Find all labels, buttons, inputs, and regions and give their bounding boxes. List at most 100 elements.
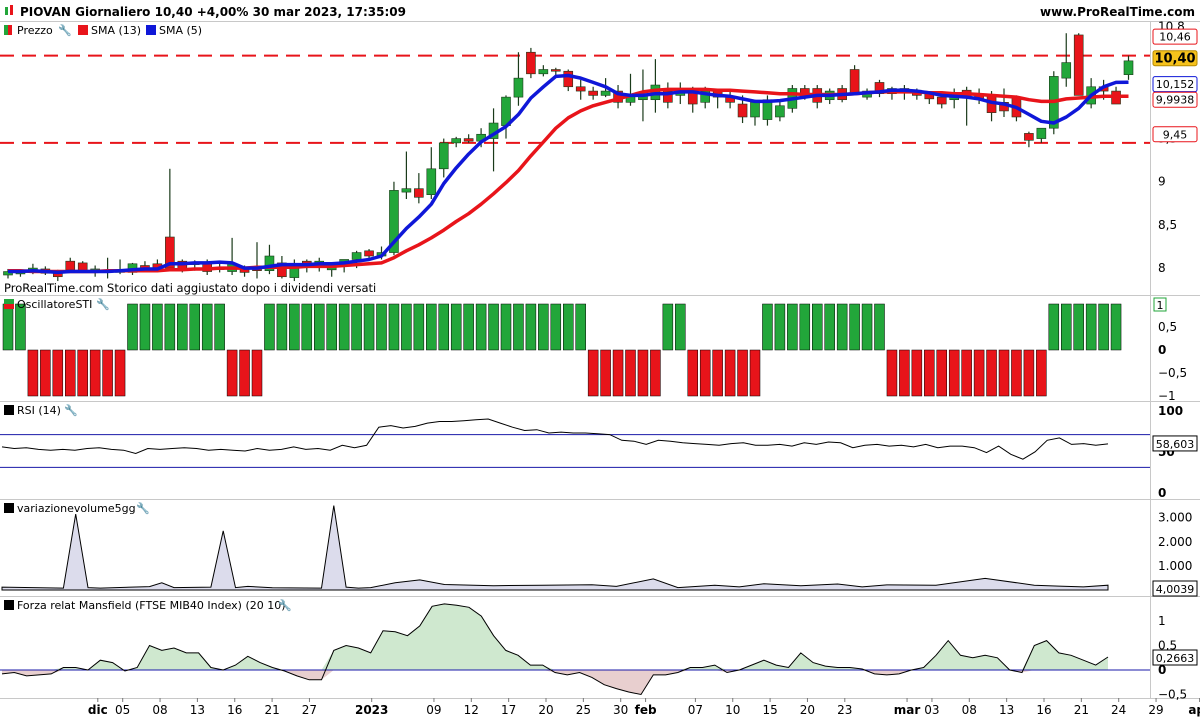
oscillator-bar <box>214 303 225 351</box>
date-tick-label: 25 <box>576 703 591 717</box>
oscillator-bar <box>799 303 811 351</box>
oscillator-bar <box>749 349 761 397</box>
oscillator-bar <box>973 349 985 397</box>
date-tick-label: 24 <box>1111 703 1126 717</box>
svg-text:9,9938: 9,9938 <box>1156 94 1195 107</box>
oscillator-bar <box>936 349 947 397</box>
wrench-icon[interactable]: 🔧 <box>58 23 72 37</box>
oscillator-bar <box>712 349 723 397</box>
svg-text:9,45: 9,45 <box>1163 128 1188 141</box>
oscillator-bar <box>164 303 176 351</box>
date-tick-label: 21 <box>264 703 279 717</box>
site-link[interactable]: www.ProRealTime.com <box>1040 5 1195 19</box>
oscillator-bar <box>762 303 773 351</box>
volume-icon <box>4 503 14 513</box>
oscillator-bar <box>27 349 39 397</box>
legend-price: Prezzo <box>17 24 53 37</box>
oscillator-bar <box>924 349 935 397</box>
date-tick-label: 13 <box>999 703 1014 717</box>
oscillator-bar <box>413 303 425 351</box>
wrench-icon[interactable]: 🔧 <box>64 403 78 417</box>
oscillator-bar <box>699 349 711 397</box>
oscillator-tick-label: −0,5 <box>1158 366 1187 380</box>
oscillator-bar <box>127 303 138 351</box>
oscillator-bar <box>1110 303 1122 351</box>
legend-rsi: RSI (14) <box>17 404 61 417</box>
oscillator-bar <box>637 349 649 397</box>
wrench-icon[interactable]: 🔧 <box>136 501 150 515</box>
date-tick-label: 15 <box>762 703 777 717</box>
price-tick-label: 8 <box>1158 261 1166 275</box>
oscillator-bar <box>102 349 113 397</box>
wrench-icon[interactable]: 🔧 <box>96 297 110 311</box>
date-tick-label: 2023 <box>355 703 388 717</box>
oscillator-bar <box>836 303 848 351</box>
oscillator-bar <box>251 349 263 397</box>
rsi-tick-label: 100 <box>1158 404 1183 418</box>
oscillator-bar <box>550 303 562 351</box>
oscillator-bar <box>849 303 860 351</box>
rsi-tick-label: 0 <box>1158 486 1166 500</box>
oscillator-bar <box>587 349 599 397</box>
oscillator-bar <box>438 303 449 351</box>
date-tick-label: dic <box>88 703 108 717</box>
oscillator-bar <box>463 303 474 351</box>
price-marker: 9,45 <box>1152 126 1198 143</box>
date-tick-label: 05 <box>115 703 130 717</box>
price-marker: 10,152 <box>1152 76 1198 93</box>
oscillator-bar <box>189 303 200 351</box>
oscillator-bar <box>1098 303 1109 351</box>
price-marker: 10,40 <box>1152 50 1198 67</box>
oscillator-bar <box>687 349 698 397</box>
oscillator-bar <box>1048 303 1060 351</box>
oscillator-bar <box>52 349 64 397</box>
oscillator-bar <box>201 303 213 351</box>
price-legend: Prezzo 🔧 SMA (13) SMA (5) <box>1 23 202 37</box>
oscillator-bar <box>276 303 288 351</box>
oscillator-bar <box>401 303 412 351</box>
legend-volume: variazionevolume5gg <box>17 502 136 515</box>
oscillator-bar <box>239 349 250 397</box>
oscillator-bar <box>1023 349 1035 397</box>
oscillator-bar <box>226 349 238 397</box>
volume-last-value: 4,0039 <box>1152 580 1198 597</box>
date-tick-label: 13 <box>190 703 205 717</box>
volume-tick-label: 2.000 <box>1158 535 1192 549</box>
date-tick-label: mar <box>894 703 921 717</box>
legend-mansfield: Forza relat Mansfield (FTSE MIB40 Index)… <box>17 599 286 612</box>
oscillator-bar <box>177 303 188 351</box>
oscillator-bar <box>911 349 923 397</box>
oscillator-bar <box>998 349 1010 397</box>
oscillator-bar <box>40 349 51 397</box>
oscillator-bar <box>1085 303 1097 351</box>
date-tick-label: feb <box>635 703 657 717</box>
rsi-last-value: 58,603 <box>1152 435 1198 452</box>
oscillator-bar <box>961 349 972 397</box>
oscillator-bar <box>724 349 736 397</box>
wrench-icon[interactable]: 🔧 <box>278 598 292 612</box>
oscillator-bar <box>675 303 686 351</box>
oscillator-bar <box>114 349 126 397</box>
oscillator-bar <box>488 303 499 351</box>
price-marker: 10,46 <box>1152 28 1198 45</box>
oscillator-bar <box>1036 349 1047 397</box>
date-tick-label: 07 <box>688 703 703 717</box>
volume-tick-label: 3.000 <box>1158 511 1192 525</box>
rsi-icon <box>4 405 14 415</box>
mansfield-last-value: 0,2663 <box>1152 649 1198 666</box>
oscillator-bar <box>986 349 997 397</box>
oscillator-bar <box>500 303 512 351</box>
data-caption: ProRealTime.com Storico dati aggiustato … <box>4 281 376 295</box>
oscillator-bar <box>861 303 873 351</box>
oscillator-bar <box>874 303 885 351</box>
svg-text:58,603: 58,603 <box>1156 438 1195 451</box>
oscillator-bar <box>1011 349 1022 397</box>
svg-text:0,2663: 0,2663 <box>1156 652 1195 665</box>
oscillator-bar <box>812 303 823 351</box>
svg-text:1: 1 <box>1157 299 1164 312</box>
oscillator-bar <box>264 303 275 351</box>
date-tick-label: 17 <box>501 703 516 717</box>
date-tick-label: 16 <box>1036 703 1051 717</box>
oscillator-bar <box>77 349 88 397</box>
oscillator-bar <box>351 303 362 351</box>
